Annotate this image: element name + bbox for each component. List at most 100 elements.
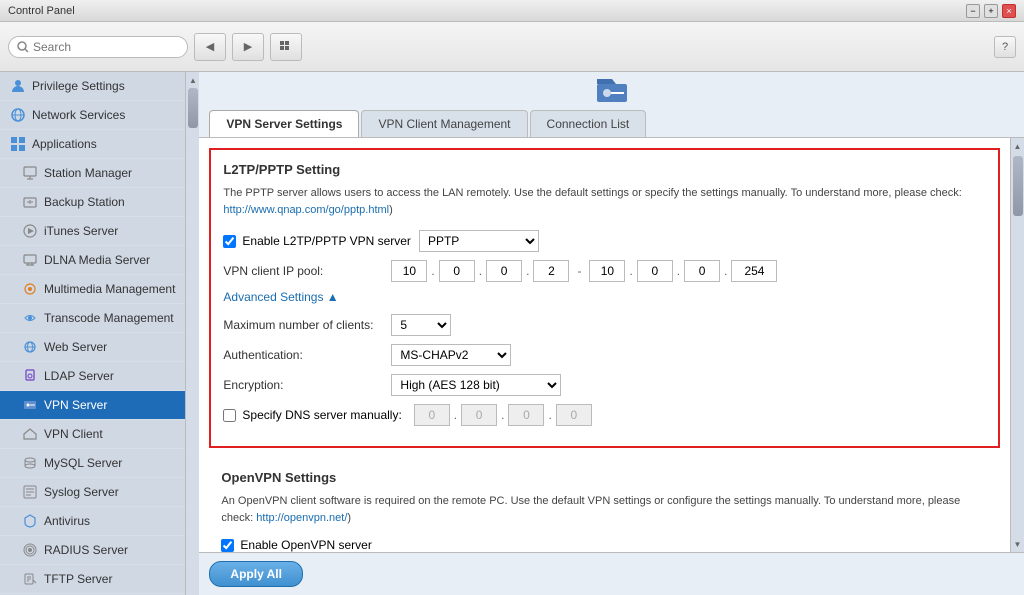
content-scroll-thumb[interactable]: [1013, 156, 1023, 216]
dns-ip-4[interactable]: [556, 404, 592, 426]
encryption-label: Encryption:: [223, 378, 383, 392]
enable-vpn-label: Enable L2TP/PPTP VPN server: [242, 234, 411, 248]
sidebar-wrapper: Privilege Settings Network Services Appl…: [0, 72, 199, 595]
sidebar-item-antivirus[interactable]: Antivirus: [0, 507, 185, 536]
minimize-button[interactable]: −: [966, 4, 980, 18]
sidebar-item-vpn-client[interactable]: VPN Client: [0, 420, 185, 449]
sidebar-item-label: Web Server: [44, 340, 107, 354]
tabs-bar: VPN Server Settings VPN Client Managemen…: [209, 106, 1014, 137]
content-scrollbar[interactable]: ▲ ▼: [1010, 138, 1024, 552]
vpn-header-icon: [592, 76, 632, 106]
maximize-button[interactable]: +: [984, 4, 998, 18]
privilege-settings-icon: [10, 78, 26, 94]
search-box[interactable]: [8, 36, 188, 58]
window-title: Control Panel: [8, 5, 75, 17]
sidebar-item-label: TFTP Server: [44, 572, 112, 586]
ip-start-3[interactable]: [486, 260, 522, 282]
authentication-label: Authentication:: [223, 348, 383, 362]
backup-station-icon: [22, 194, 38, 210]
search-input[interactable]: [33, 40, 173, 54]
advanced-settings-link[interactable]: Advanced Settings ▲: [223, 290, 338, 304]
sidebar-item-vpn-server[interactable]: VPN Server: [0, 391, 185, 420]
panel-with-scrollbar: L2TP/PPTP Setting The PPTP server allows…: [199, 138, 1024, 552]
sidebar-scrollbar[interactable]: ▲: [185, 72, 199, 595]
max-clients-row: Maximum number of clients: 5 10 20 50: [223, 314, 986, 336]
apply-all-button[interactable]: Apply All: [209, 561, 303, 587]
sidebar-scroll-thumb[interactable]: [188, 88, 198, 128]
enable-vpn-checkbox[interactable]: [223, 235, 236, 248]
sidebar-item-multimedia-management[interactable]: Multimedia Management: [0, 275, 185, 304]
sidebar-item-label: VPN Server: [44, 398, 107, 412]
tab-connection-list[interactable]: Connection List: [530, 110, 647, 137]
dlna-icon: [22, 252, 38, 268]
dns-checkbox-row: Specify DNS server manually:: [223, 408, 401, 422]
l2tp-pptp-link[interactable]: http://www.qnap.com/go/pptp.html: [223, 204, 389, 216]
bottom-bar: Apply All: [199, 552, 1024, 595]
sidebar-item-network-services[interactable]: Network Services: [0, 101, 185, 130]
encryption-select[interactable]: High (AES 128 bit) Medium (AES 64 bit) N…: [391, 374, 561, 396]
dns-ip-inputs: . . .: [414, 404, 592, 426]
ip-start-2[interactable]: [439, 260, 475, 282]
sidebar-item-tftp-server[interactable]: TFTP Server: [0, 565, 185, 594]
tab-vpn-client-management[interactable]: VPN Client Management: [361, 110, 527, 137]
dns-ip-1[interactable]: [414, 404, 450, 426]
window-controls: − + ×: [966, 4, 1016, 18]
forward-button[interactable]: ▶: [232, 33, 264, 61]
openvpn-link[interactable]: http://openvpn.net/: [256, 512, 347, 524]
ip-pool-inputs: . . . - . . .: [391, 260, 777, 282]
sidebar-item-radius-server[interactable]: RADIUS Server: [0, 536, 185, 565]
sidebar-item-backup-station[interactable]: Backup Station: [0, 188, 185, 217]
grid-icon: [279, 40, 293, 54]
ip-end-3[interactable]: [684, 260, 720, 282]
ip-end-4[interactable]: [731, 260, 777, 282]
protocol-select[interactable]: PPTP L2TP Both: [419, 230, 539, 252]
tftp-icon: [22, 571, 38, 587]
ip-start-4[interactable]: [533, 260, 569, 282]
authentication-select[interactable]: MS-CHAPv2 CHAP PAP: [391, 344, 511, 366]
sidebar-item-station-manager[interactable]: Station Manager: [0, 159, 185, 188]
sidebar-item-label: Multimedia Management: [44, 282, 175, 296]
sidebar-item-syslog-server[interactable]: Syslog Server: [0, 478, 185, 507]
max-clients-label: Maximum number of clients:: [223, 318, 383, 332]
itunes-server-icon: [22, 223, 38, 239]
transcode-icon: [22, 310, 38, 326]
sidebar-item-transcode-management[interactable]: Transcode Management: [0, 304, 185, 333]
station-manager-icon: [22, 165, 38, 181]
tab-vpn-server-settings[interactable]: VPN Server Settings: [209, 110, 359, 137]
enable-openvpn-label: Enable OpenVPN server: [240, 538, 371, 552]
multimedia-icon: [22, 281, 38, 297]
openvpn-desc: An OpenVPN client software is required o…: [221, 493, 988, 526]
dns-ip-2[interactable]: [461, 404, 497, 426]
vpn-client-icon: [22, 426, 38, 442]
dns-checkbox[interactable]: [223, 409, 236, 422]
enable-openvpn-row: Enable OpenVPN server: [221, 538, 988, 552]
sidebar-item-web-server[interactable]: Web Server: [0, 333, 185, 362]
openvpn-section: OpenVPN Settings An OpenVPN client softw…: [209, 458, 1000, 552]
dns-ip-3[interactable]: [508, 404, 544, 426]
sidebar-item-label: RADIUS Server: [44, 543, 128, 557]
ip-end-1[interactable]: [589, 260, 625, 282]
l2tp-section-title: L2TP/PPTP Setting: [223, 162, 986, 177]
sidebar-scroll-up[interactable]: ▲: [188, 74, 198, 86]
l2tp-section: L2TP/PPTP Setting The PPTP server allows…: [209, 148, 1000, 448]
sidebar-item-applications[interactable]: Applications: [0, 130, 185, 159]
enable-openvpn-checkbox[interactable]: [221, 539, 234, 552]
sidebar-item-ldap-server[interactable]: LDAP Server: [0, 362, 185, 391]
sidebar-item-mysql-server[interactable]: MySQL Server: [0, 449, 185, 478]
sidebar-item-privilege-settings[interactable]: Privilege Settings: [0, 72, 185, 101]
dns-row: Specify DNS server manually: . . .: [223, 404, 986, 426]
ip-start-1[interactable]: [391, 260, 427, 282]
content-scroll-up[interactable]: ▲: [1013, 140, 1023, 152]
advanced-settings-row: Advanced Settings ▲: [223, 290, 986, 304]
sidebar-item-itunes-server[interactable]: iTunes Server: [0, 217, 185, 246]
ip-end-2[interactable]: [637, 260, 673, 282]
tabs-container: VPN Server Settings VPN Client Managemen…: [199, 72, 1024, 138]
back-button[interactable]: ◀: [194, 33, 226, 61]
content-scroll-down[interactable]: ▼: [1013, 538, 1023, 550]
max-clients-select[interactable]: 5 10 20 50: [391, 314, 451, 336]
sidebar-item-dlna-media-server[interactable]: DLNA Media Server: [0, 246, 185, 275]
close-button[interactable]: ×: [1002, 4, 1016, 18]
grid-view-button[interactable]: [270, 33, 302, 61]
help-button[interactable]: ?: [994, 36, 1016, 58]
toolbar: ◀ ▶ ?: [0, 22, 1024, 72]
